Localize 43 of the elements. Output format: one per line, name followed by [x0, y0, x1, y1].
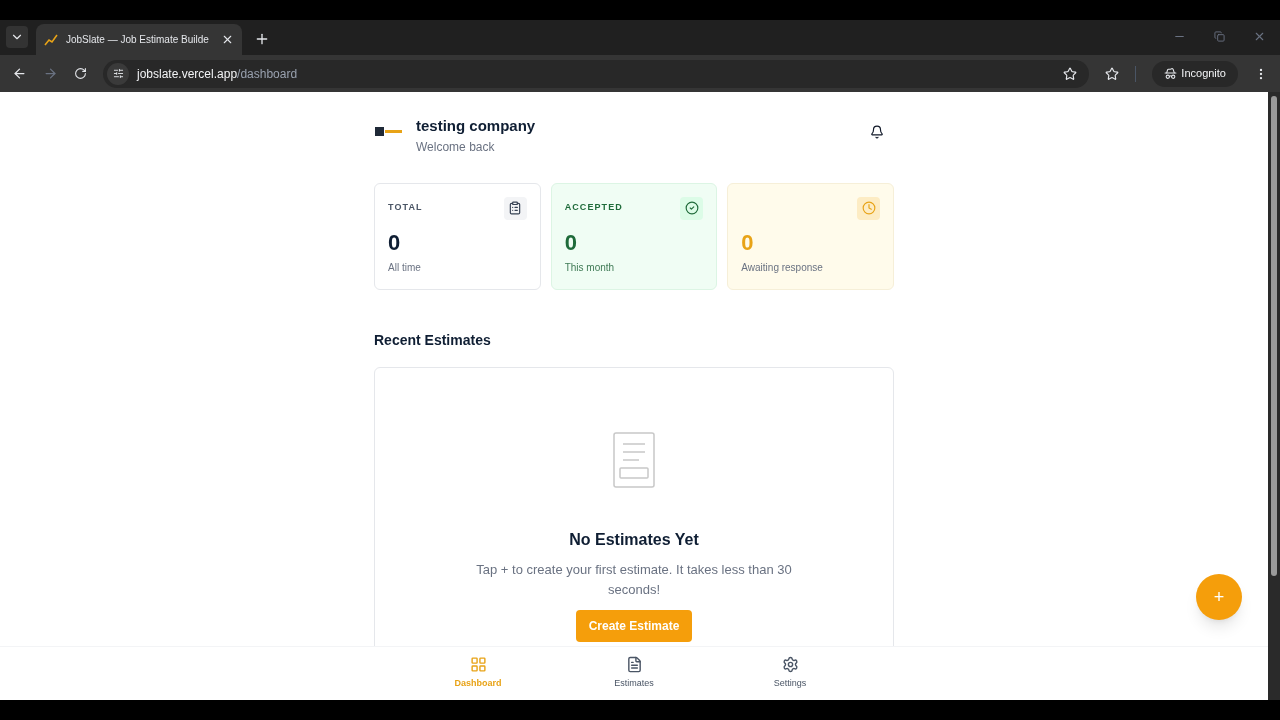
stat-value: 0 — [741, 230, 755, 256]
document-icon — [613, 432, 655, 488]
welcome-text: Welcome back — [416, 139, 496, 156]
stat-value: 0 — [388, 230, 402, 256]
logo-icon — [374, 124, 404, 138]
close-window-icon[interactable] — [1253, 30, 1266, 43]
stat-caption: Awaiting response — [741, 261, 824, 275]
settings-icon — [781, 656, 799, 674]
grid-icon — [469, 656, 487, 674]
stat-caption: All time — [388, 261, 422, 275]
document-icon — [625, 656, 643, 674]
stat-label: ACCEPTED — [564, 201, 623, 215]
reload-icon[interactable] — [74, 67, 87, 80]
back-icon[interactable] — [12, 66, 27, 81]
nav-tab[interactable]: Settings — [712, 647, 868, 700]
close-icon[interactable] — [221, 33, 234, 46]
notification-bell-icon[interactable] — [870, 125, 884, 139]
company-name: testing company — [416, 117, 536, 135]
stat-value: 0 — [564, 230, 578, 256]
tab-title: JobSlate — Job Estimate Builde — [66, 33, 210, 47]
address-bar[interactable]: jobslate.vercel.app/dashboard — [103, 59, 1090, 88]
chart-icon — [44, 32, 58, 47]
incognito-icon — [1164, 67, 1178, 80]
stat-label: TOTAL — [388, 201, 423, 215]
section-title: Recent Estimates — [374, 331, 492, 350]
new-tab-icon[interactable] — [254, 31, 270, 47]
empty-title: No Estimates Yet — [569, 530, 699, 550]
browser-tab[interactable]: JobSlate — Job Estimate Builde — [36, 24, 242, 55]
bookmark-star-icon[interactable] — [1063, 66, 1078, 81]
nav-tab[interactable]: Estimates — [556, 647, 712, 700]
empty-message: Tap + to create your first estimate. It takes less than 30 seconds! — [475, 561, 793, 599]
restore-icon[interactable] — [1214, 31, 1225, 42]
url-text: jobslate.vercel.app/dashboard — [137, 65, 298, 83]
site-info-button[interactable] — [107, 62, 129, 85]
profile-chip[interactable]: Incognito — [1152, 60, 1238, 87]
bookmarks-icon[interactable] — [1105, 66, 1120, 81]
check-circle-icon — [684, 201, 699, 215]
clipboard-icon — [508, 201, 523, 215]
stat-caption: This month — [564, 261, 616, 275]
clock-icon — [861, 201, 876, 215]
forward-icon[interactable] — [43, 66, 58, 81]
tab-list-button[interactable] — [6, 26, 28, 48]
sliders-icon — [112, 68, 124, 79]
